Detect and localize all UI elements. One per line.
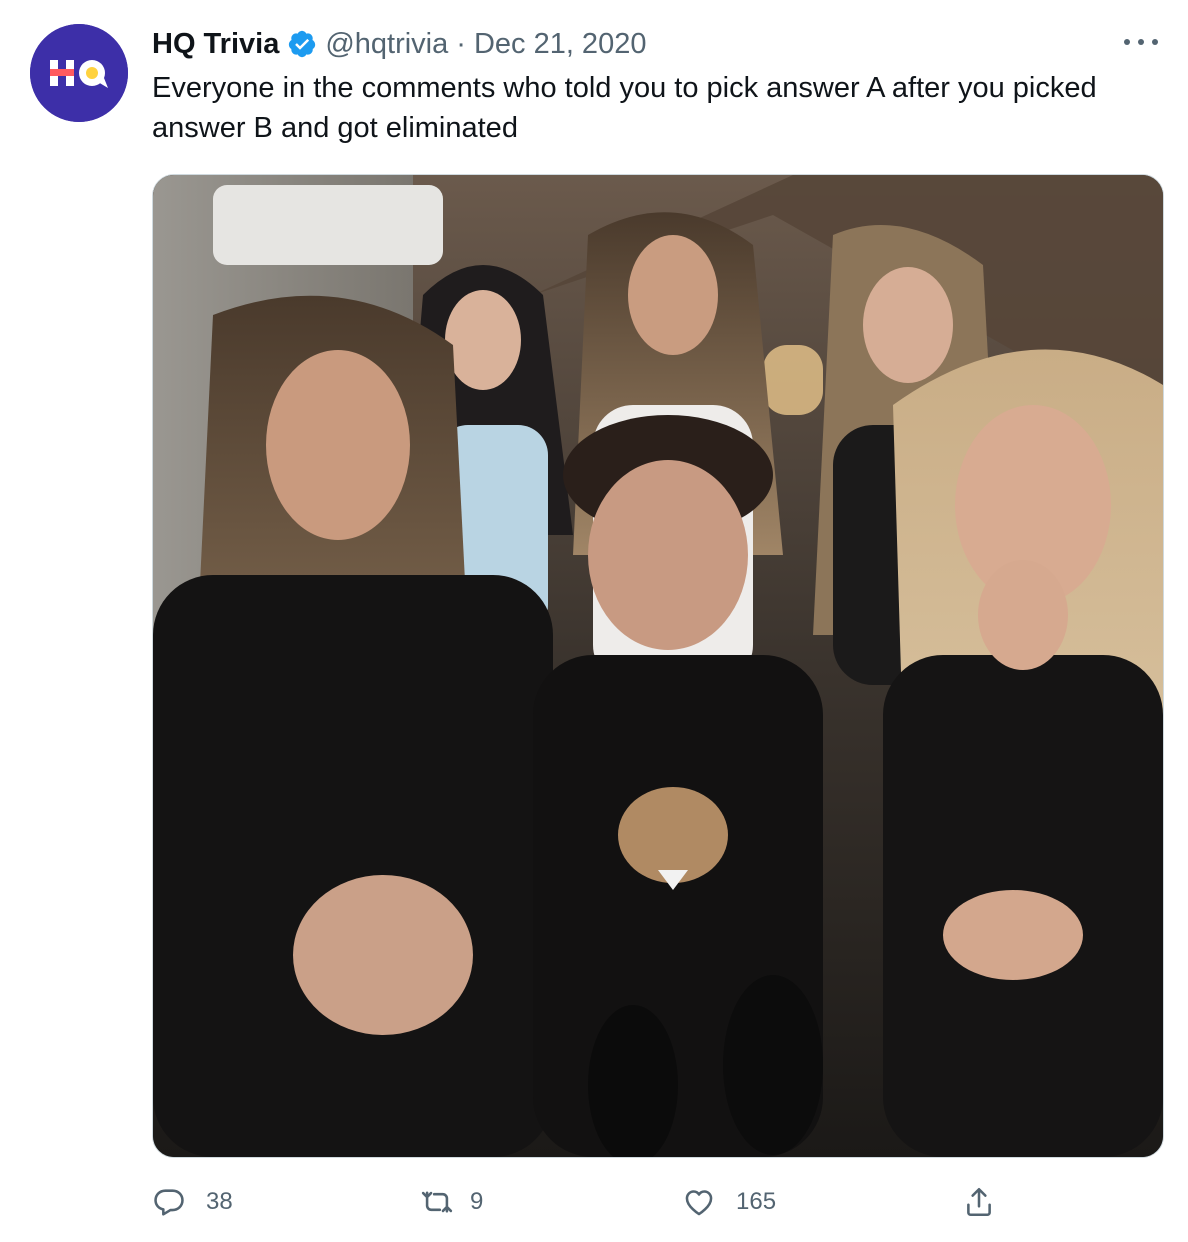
verified-badge-icon xyxy=(289,30,316,58)
display-name[interactable]: HQ Trivia xyxy=(152,28,279,61)
tweet-header: HQ Trivia @hqtrivia · Dec 21, 2020 xyxy=(152,26,646,62)
heart-icon xyxy=(685,1190,713,1216)
share-icon xyxy=(967,1187,991,1217)
tweet-photo[interactable] xyxy=(152,174,1164,1158)
tweet-date[interactable]: Dec 21, 2020 xyxy=(474,28,647,61)
hq-logo-icon xyxy=(30,24,128,122)
user-handle[interactable]: @hqtrivia xyxy=(325,28,448,61)
more-dot xyxy=(1124,39,1130,45)
reply-count: 38 xyxy=(206,1188,233,1215)
more-dot xyxy=(1138,39,1144,45)
retweet-button[interactable]: 9 xyxy=(420,1180,483,1224)
more-dot xyxy=(1152,39,1158,45)
like-count: 165 xyxy=(736,1188,777,1215)
retweet-count: 9 xyxy=(470,1188,484,1215)
separator-dot: · xyxy=(456,27,466,60)
tweet-actions: 38 9 165 xyxy=(152,1180,1162,1224)
tweet-text: Everyone in the comments who told you to… xyxy=(152,72,1097,144)
like-button[interactable]: 165 xyxy=(682,1180,776,1224)
photo-image xyxy=(153,175,1163,1157)
reply-icon xyxy=(154,1189,184,1216)
tweet[interactable]: HQ Trivia @hqtrivia · Dec 21, 2020 Every… xyxy=(0,0,1188,1242)
avatar[interactable] xyxy=(30,24,128,122)
reply-button[interactable]: 38 xyxy=(152,1180,233,1224)
retweet-icon xyxy=(421,1191,453,1213)
share-button[interactable] xyxy=(962,1180,996,1224)
more-options-icon[interactable] xyxy=(1124,30,1158,54)
